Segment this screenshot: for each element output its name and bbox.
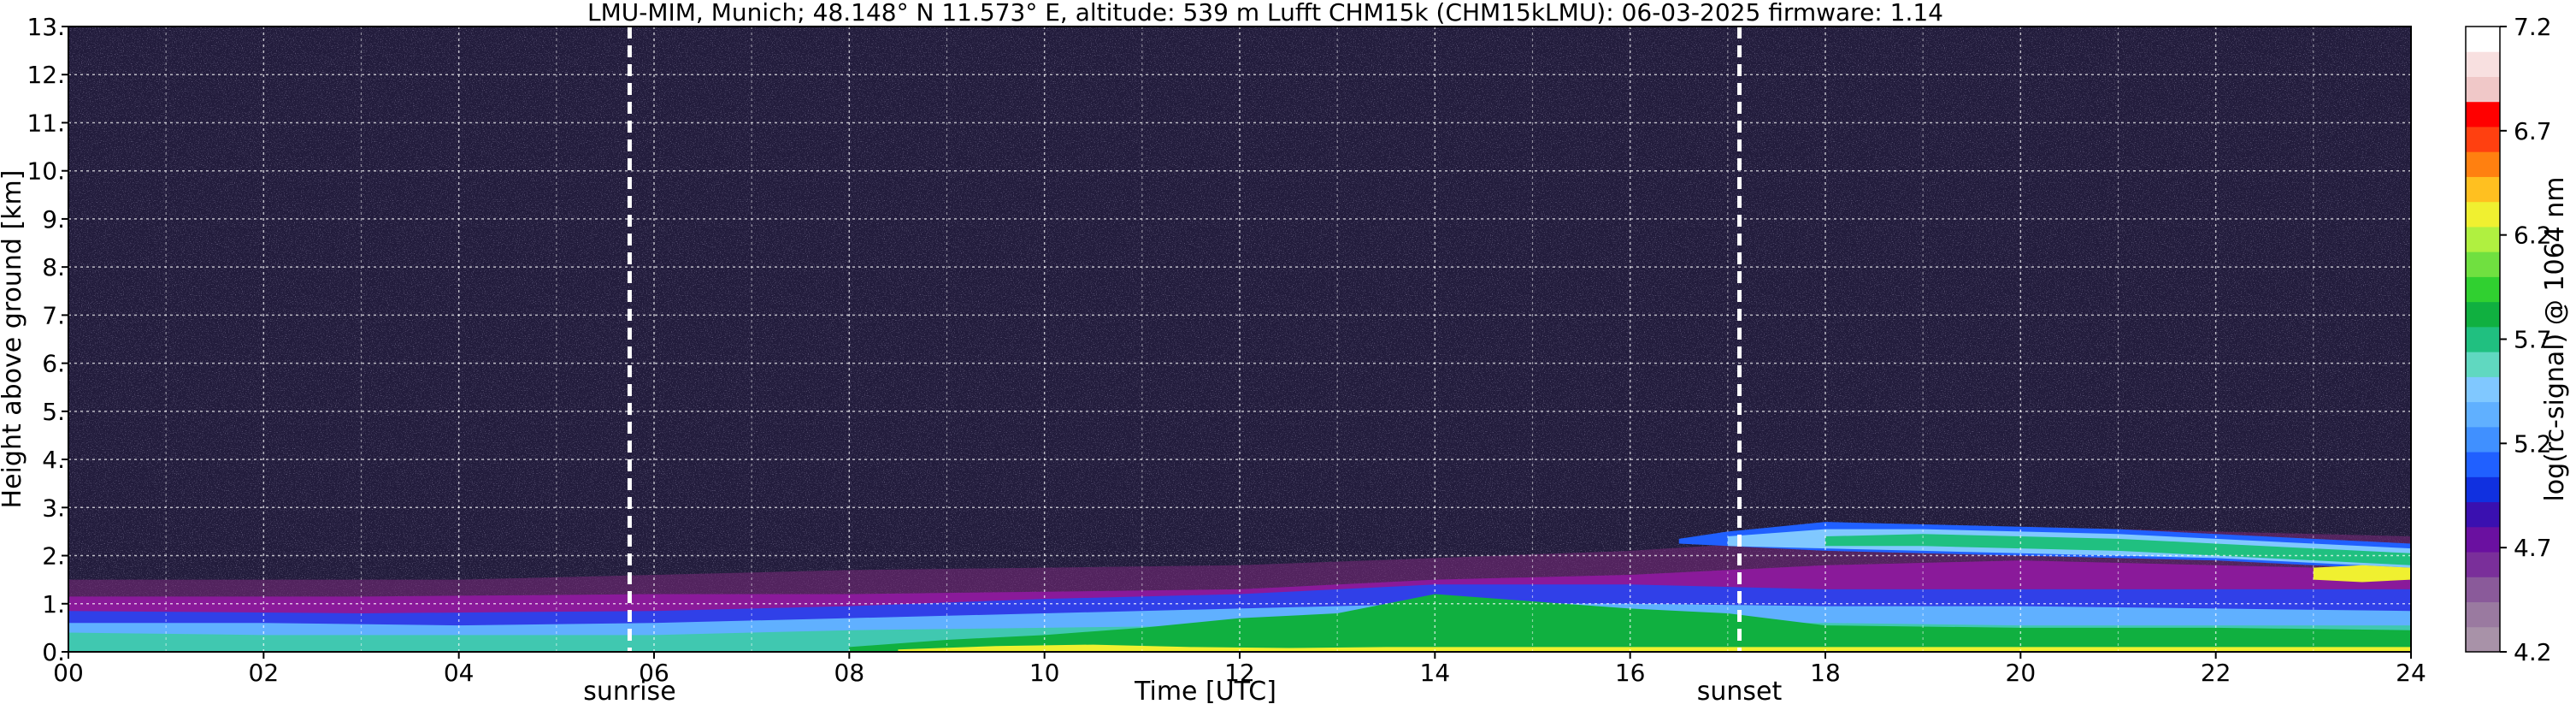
colorbar-tick-label: 6.7: [2514, 117, 2552, 145]
y-tick-label: 3.: [42, 494, 65, 522]
colorbar-segment: [2466, 501, 2500, 528]
y-tick-label: 0.: [42, 638, 65, 666]
chart-svg: LMU-MIM, Munich; 48.148° N 11.573° E, al…: [0, 0, 2570, 707]
colorbar: [2465, 26, 2501, 653]
lidar-chart: LMU-MIM, Munich; 48.148° N 11.573° E, al…: [0, 0, 2576, 707]
plot-area: [68, 27, 2411, 652]
colorbar-segment: [2466, 176, 2500, 203]
y-tick-label: 13.: [27, 13, 65, 41]
colorbar-tick-label: 4.7: [2514, 534, 2552, 562]
x-tick-label: 20: [2006, 659, 2037, 687]
y-axis-ticks: 0. 1. 2. 3. 4. 5. 6. 7. 8. 9. 10. 11. 12. 13.: [27, 13, 68, 666]
x-tick-label: 18: [1810, 659, 1841, 687]
sunrise-label: sunrise: [583, 677, 675, 707]
colorbar-segment: [2466, 577, 2500, 603]
x-tick-label: 02: [249, 659, 280, 687]
chart-title: LMU-MIM, Munich; 48.148° N 11.573° E, al…: [587, 0, 1943, 27]
x-tick-label: 22: [2201, 659, 2231, 687]
colorbar-segment: [2466, 276, 2500, 303]
colorbar-segment: [2466, 251, 2500, 277]
colorbar-tick-label: 4.2: [2514, 638, 2552, 666]
x-axis-label: Time [UTC]: [1134, 677, 1276, 707]
y-axis-label: Height above ground [km]: [0, 170, 27, 509]
layer-elevated-yellow: [2313, 565, 2411, 583]
y-tick-label: 4.: [42, 446, 65, 474]
colorbar-segment: [2466, 326, 2500, 352]
y-tick-label: 2.: [42, 542, 65, 571]
colorbar-segment: [2466, 352, 2500, 377]
y-tick-label: 10.: [27, 157, 65, 186]
colorbar-label: log(rc-signal) @ 1064 nm: [2540, 176, 2570, 501]
x-tick-label: 10: [1029, 659, 1060, 687]
sunset-label: sunset: [1697, 677, 1783, 707]
colorbar-segment: [2466, 226, 2500, 252]
colorbar-segment: [2466, 76, 2500, 103]
colorbar-segment: [2466, 426, 2500, 453]
colorbar-segment: [2466, 101, 2500, 127]
x-tick-label: 14: [1420, 659, 1451, 687]
colorbar-segment: [2466, 51, 2500, 77]
y-tick-label: 11.: [27, 109, 65, 137]
colorbar-segment: [2466, 476, 2500, 503]
colorbar-segment: [2466, 201, 2500, 228]
colorbar-segment: [2466, 552, 2500, 577]
y-tick-label: 6.: [42, 350, 65, 378]
x-tick-label: 24: [2396, 659, 2426, 687]
y-tick-label: 5.: [42, 398, 65, 426]
colorbar-segment: [2466, 376, 2500, 403]
colorbar-segment: [2466, 151, 2500, 177]
x-tick-label: 04: [444, 659, 475, 687]
y-tick-label: 1.: [42, 590, 65, 618]
colorbar-segment: [2466, 301, 2500, 328]
colorbar-tick-label: 7.2: [2514, 13, 2552, 41]
colorbar-segment: [2466, 526, 2500, 553]
colorbar-segment: [2466, 452, 2500, 477]
x-tick-label: 08: [834, 659, 865, 687]
colorbar-segment: [2466, 401, 2500, 428]
y-tick-label: 12.: [27, 61, 65, 89]
y-tick-label: 9.: [42, 205, 65, 234]
y-tick-label: 8.: [42, 253, 65, 281]
colorbar-segment: [2466, 626, 2500, 653]
x-tick-label: 16: [1615, 659, 1646, 687]
y-tick-label: 7.: [42, 301, 65, 329]
colorbar-segment: [2466, 601, 2500, 628]
colorbar-segment: [2466, 126, 2500, 152]
colorbar-segment: [2466, 27, 2500, 52]
